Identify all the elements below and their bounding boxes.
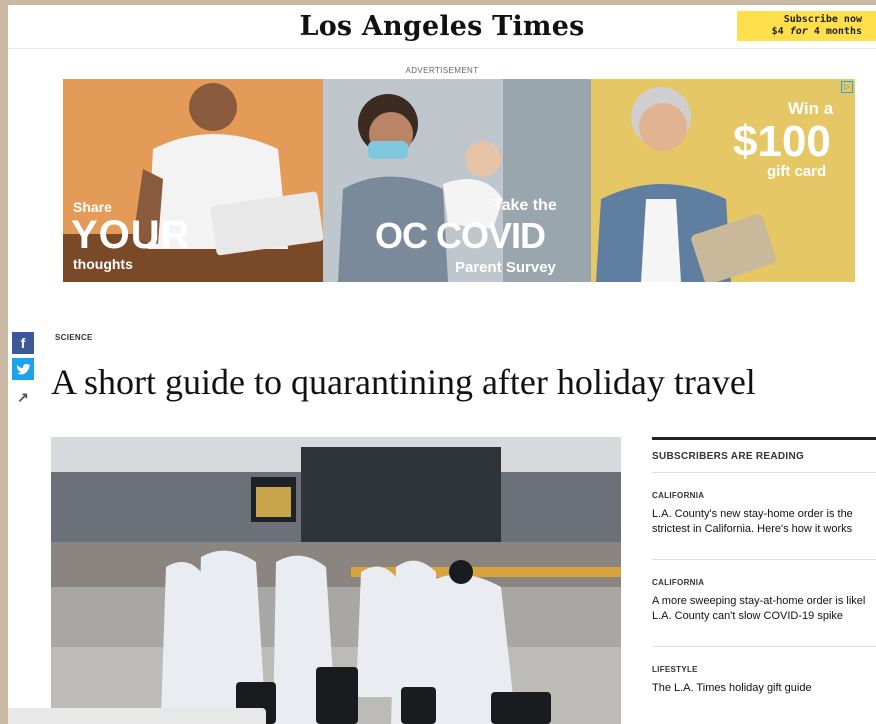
sidebar-article-category[interactable]: LIFESTYLE — [652, 665, 876, 674]
ad-label: ADVERTISEMENT — [405, 66, 479, 75]
sidebar-article[interactable]: CALIFORNIA L.A. County's new stay-home o… — [652, 473, 876, 560]
sidebar-article[interactable]: CALIFORNIA A more sweeping stay-at-home … — [652, 560, 876, 647]
ad-take-the-text: Take the — [493, 197, 557, 214]
advertisement-banner[interactable]: Share YOUR thoughts Take the OC COVID Pa… — [63, 79, 855, 282]
site-header: Los Angeles Times Subscribe now $4 for 4… — [8, 5, 876, 49]
sidebar-article-title-line2[interactable]: L.A. County can't slow COVID-19 spike — [652, 609, 876, 624]
ad-parent-survey-text: Parent Survey — [455, 259, 556, 276]
share-arrow-icon[interactable]: ↗ — [12, 386, 34, 408]
subscribe-line2: $4 for 4 months — [737, 26, 862, 38]
ad-panel-gift-card: Win a $100 gift card ▷ — [591, 79, 855, 282]
ad-win-a-text: Win a — [788, 99, 834, 118]
facebook-share-icon[interactable]: f — [12, 332, 34, 354]
sidebar-article-title-line1[interactable]: The L.A. Times holiday gift guide — [652, 681, 876, 696]
subscribe-price: $4 — [771, 26, 784, 37]
subscribe-for: for — [789, 26, 808, 37]
sidebar-article-category[interactable]: CALIFORNIA — [652, 578, 876, 587]
subscribers-reading-panel: SUBSCRIBERS ARE READING CALIFORNIA L.A. … — [652, 437, 876, 724]
airport-photo — [51, 437, 621, 724]
twitter-bird-icon — [17, 364, 30, 375]
ad-panel-survey: Take the OC COVID Parent Survey — [323, 79, 591, 282]
subscribe-button[interactable]: Subscribe now $4 for 4 months — [737, 11, 876, 41]
sidebar-article-title-line2[interactable]: strictest in California. Here's how it w… — [652, 522, 876, 537]
sidebar-article-category[interactable]: CALIFORNIA — [652, 491, 876, 500]
ad-choices-icon[interactable]: ▷ — [841, 81, 853, 93]
section-label[interactable]: SCIENCE — [55, 333, 93, 342]
sidebar-article-title-line1[interactable]: A more sweeping stay-at-home order is li… — [652, 594, 876, 609]
article-hero-image — [51, 437, 621, 724]
sidebar-article[interactable]: LIFESTYLE The L.A. Times holiday gift gu… — [652, 647, 876, 724]
ad-gift-card-text: gift card — [767, 163, 827, 180]
ad-thoughts-text: thoughts — [73, 256, 133, 272]
ad-your-text: YOUR — [71, 213, 191, 257]
subscribe-term: 4 months — [813, 26, 862, 37]
ad-amount-text: $100 — [733, 117, 831, 166]
bottom-overlay-bar[interactable] — [8, 708, 266, 724]
twitter-share-icon[interactable] — [12, 358, 34, 380]
subscribe-line1: Subscribe now — [783, 14, 862, 25]
article-headline: A short guide to quarantining after holi… — [51, 362, 756, 402]
ad-panel-share: Share YOUR thoughts — [63, 79, 323, 282]
sidebar-heading: SUBSCRIBERS ARE READING — [652, 440, 876, 473]
ad-oc-covid-text: OC COVID — [375, 215, 546, 256]
sidebar-article-title-line1[interactable]: L.A. County's new stay-home order is the — [652, 507, 876, 522]
page: Los Angeles Times Subscribe now $4 for 4… — [8, 5, 876, 724]
